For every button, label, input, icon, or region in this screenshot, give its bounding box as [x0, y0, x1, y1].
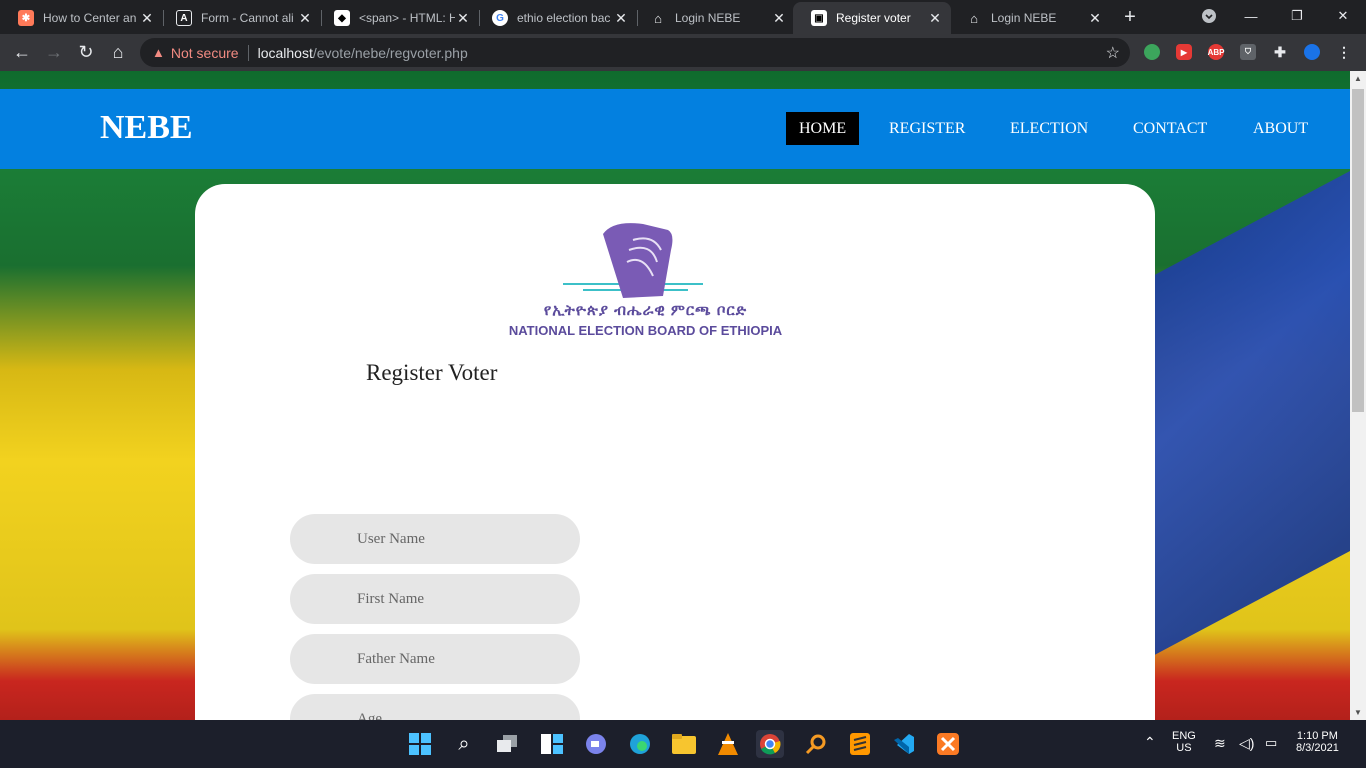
restore-icon[interactable]: ❐	[1274, 0, 1320, 32]
close-tab-icon[interactable]: ✕	[139, 10, 155, 27]
close-tab-icon[interactable]: ✕	[297, 10, 313, 27]
reload-icon[interactable]: ↻	[74, 40, 98, 64]
nav-about[interactable]: ABOUT	[1240, 112, 1321, 145]
chrome-icon[interactable]	[756, 730, 784, 758]
browser-toolbar: ← → ↻ ⌂ ▲ Not secure localhost /evote/ne…	[0, 34, 1366, 71]
code-icon: A	[176, 10, 192, 26]
widgets-icon[interactable]	[538, 730, 566, 758]
scroll-down-icon[interactable]: ▼	[1350, 708, 1366, 717]
hubspot-icon: ✱	[18, 10, 34, 26]
page-viewport: NEBE HOME REGISTER ELECTION CONTACT ABOU…	[0, 71, 1350, 720]
task-view-icon[interactable]	[494, 730, 522, 758]
ballot-fingerprint-icon	[563, 223, 703, 298]
tab-active[interactable]: ▣ Register voter ✕	[793, 2, 951, 34]
close-tab-icon[interactable]: ✕	[613, 10, 629, 27]
house-icon: ⌂	[970, 10, 978, 26]
mdn-icon: ◆	[334, 10, 350, 26]
readlater-icon[interactable]: ▶	[1176, 44, 1192, 60]
tab[interactable]: ⌂ Login NEBE ✕	[948, 2, 1111, 34]
first-name-field[interactable]	[290, 574, 580, 624]
nav-register[interactable]: REGISTER	[876, 112, 978, 145]
minimize-icon[interactable]: —	[1228, 0, 1274, 32]
scroll-up-icon[interactable]: ▲	[1350, 74, 1366, 83]
clock[interactable]: 1:10 PM 8/3/2021	[1296, 730, 1339, 754]
back-icon[interactable]: ←	[10, 40, 34, 64]
close-window-icon[interactable]: ✕	[1320, 0, 1366, 32]
age-field[interactable]	[290, 694, 580, 720]
nav-home[interactable]: HOME	[786, 112, 860, 145]
house-icon: ⌂	[654, 10, 662, 26]
language-indicator[interactable]: ENG US	[1172, 730, 1196, 754]
windows-taskbar: ⌕ ⌃ ENG US ≋ ◁) ▭ 1:10 PM 8/3/2021	[0, 720, 1366, 768]
magnifier-app-icon[interactable]	[802, 730, 830, 758]
sublime-text-icon[interactable]	[846, 730, 874, 758]
tab[interactable]: ✱ How to Center an ✕	[0, 2, 163, 34]
site-navbar: NEBE HOME REGISTER ELECTION CONTACT ABOU…	[0, 89, 1350, 169]
start-icon[interactable]	[406, 730, 434, 758]
edge-icon[interactable]	[626, 730, 654, 758]
close-tab-icon[interactable]: ✕	[1087, 10, 1103, 27]
google-icon: G	[492, 10, 508, 26]
father-name-field[interactable]	[290, 634, 580, 684]
page-scrollbar[interactable]: ▲ ▼	[1350, 71, 1366, 720]
site-brand[interactable]: NEBE	[100, 109, 193, 147]
tab[interactable]: ◆ <span> - HTML: H ✕	[316, 2, 479, 34]
shield-icon[interactable]: ⛉	[1240, 44, 1256, 60]
form-title: Register Voter	[366, 360, 498, 385]
forward-icon[interactable]: →	[42, 40, 66, 64]
chat-icon[interactable]	[582, 730, 610, 758]
wifi-icon[interactable]: ≋	[1214, 735, 1226, 752]
battery-icon[interactable]: ▭	[1265, 735, 1277, 751]
close-tab-icon[interactable]: ✕	[927, 10, 943, 27]
vote-icon: ▣	[811, 10, 827, 26]
tab-strip: ✱ How to Center an ✕ A Form - Cannot ali…	[0, 0, 1366, 34]
warning-icon[interactable]: ▲	[152, 45, 165, 60]
profile-icon[interactable]	[1304, 44, 1320, 60]
tab[interactable]: A Form - Cannot ali ✕	[158, 2, 321, 34]
adblock-icon[interactable]: ABP	[1208, 44, 1224, 60]
menu-kebab-icon[interactable]: ⋮	[1336, 44, 1352, 60]
register-card: የኢትዮጵያ ብሔራዊ ምርጫ ቦርድ NATIONAL ELECTION BO…	[195, 184, 1155, 720]
earth-icon[interactable]	[1144, 44, 1160, 60]
tab[interactable]: ⌂ Login NEBE ✕	[632, 2, 795, 34]
nav-contact[interactable]: CONTACT	[1120, 112, 1220, 145]
new-tab-icon[interactable]: +	[1120, 6, 1140, 29]
home-icon[interactable]: ⌂	[106, 40, 130, 64]
close-tab-icon[interactable]: ✕	[771, 10, 787, 27]
tab[interactable]: G ethio election bac ✕	[474, 2, 637, 34]
xampp-icon[interactable]	[934, 730, 962, 758]
nav-election[interactable]: ELECTION	[997, 112, 1101, 145]
nebe-logo: የኢትዮጵያ ብሔራዊ ምርጫ ቦርድ NATIONAL ELECTION BO…	[503, 220, 788, 340]
puzzle-icon[interactable]: ✚	[1272, 44, 1288, 60]
tab-search-icon[interactable]	[1186, 0, 1232, 32]
tray-chevron-icon[interactable]: ⌃	[1144, 734, 1156, 751]
vlc-icon[interactable]	[714, 730, 742, 758]
username-field[interactable]	[290, 514, 580, 564]
close-tab-icon[interactable]: ✕	[455, 10, 471, 27]
scroll-thumb[interactable]	[1352, 89, 1364, 412]
bookmark-star-icon[interactable]: ☆	[1106, 43, 1120, 63]
search-icon[interactable]: ⌕	[450, 730, 478, 758]
vscode-icon[interactable]	[890, 730, 918, 758]
volume-icon[interactable]: ◁)	[1239, 735, 1254, 752]
file-explorer-icon[interactable]	[670, 730, 698, 758]
address-bar[interactable]: ▲ Not secure localhost /evote/nebe/regvo…	[140, 38, 1130, 67]
